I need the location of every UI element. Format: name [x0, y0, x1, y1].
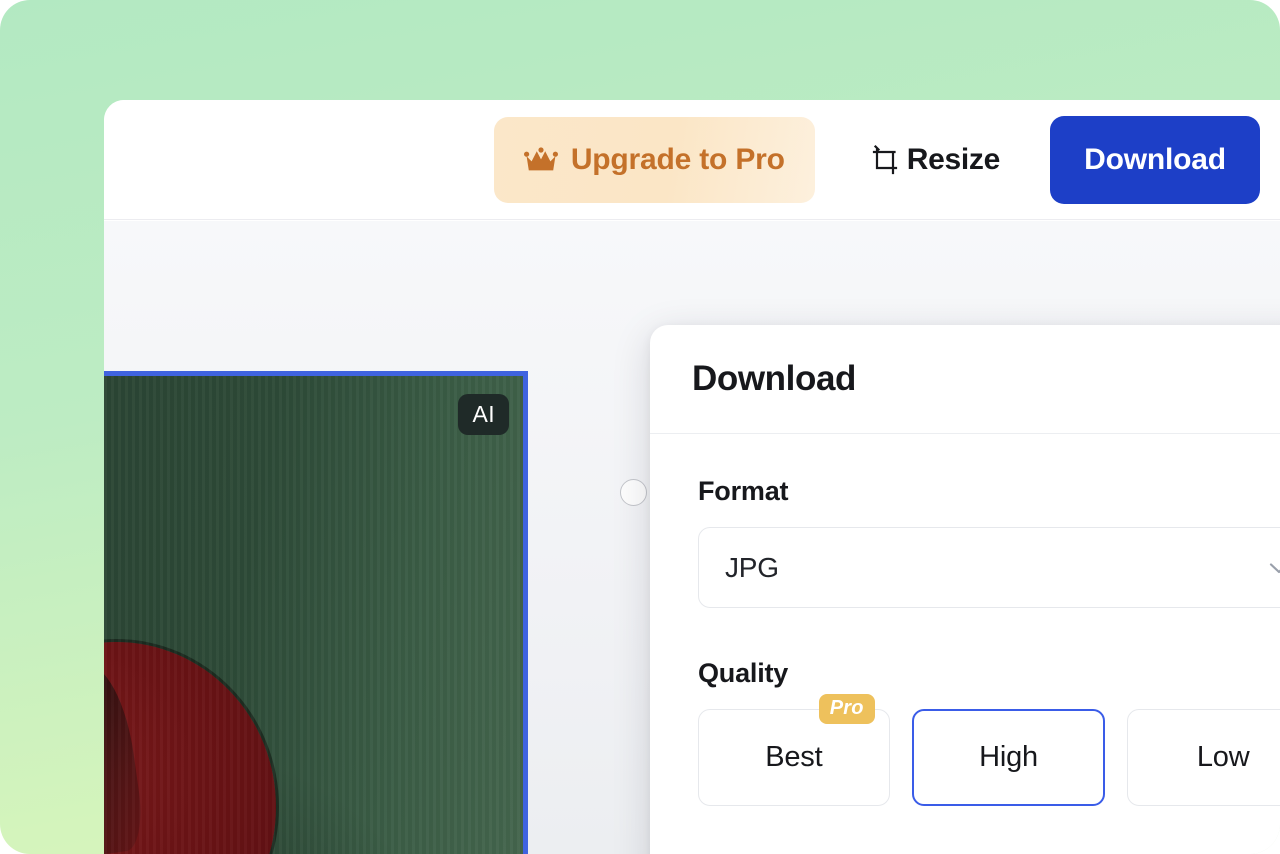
resize-handle-top-right[interactable]	[620, 479, 647, 506]
format-selected-value: JPG	[725, 551, 779, 583]
resize-button[interactable]: Resize	[863, 137, 1006, 183]
ai-badge: AI	[458, 394, 509, 435]
crown-icon	[523, 146, 558, 173]
selected-image[interactable]: AI	[104, 371, 528, 854]
quality-option-low-label: Low	[1196, 741, 1250, 773]
quality-section: Quality Pro Best High Low	[698, 658, 1280, 806]
format-select[interactable]: JPG	[698, 527, 1280, 608]
pro-badge: Pro	[818, 694, 875, 724]
upgrade-to-pro-button[interactable]: Upgrade to Pro	[493, 116, 815, 203]
app-card: Upgrade to Pro Resize Download AI Downlo…	[104, 100, 1280, 854]
quality-label: Quality	[698, 658, 789, 688]
format-section: Format JPG	[698, 476, 1280, 608]
page-background: Upgrade to Pro Resize Download AI Downlo…	[0, 0, 1280, 854]
upgrade-to-pro-label: Upgrade to Pro	[570, 142, 785, 176]
quality-option-high-label: High	[979, 741, 1038, 773]
format-label: Format	[698, 476, 789, 506]
crop-icon	[869, 144, 901, 176]
toolbar-download-button[interactable]: Download	[1050, 115, 1260, 204]
resize-label: Resize	[906, 142, 1001, 176]
modal-header: Download	[650, 325, 1280, 434]
download-modal: Download Format JPG Quality Pro Best Hig…	[650, 325, 1280, 854]
top-toolbar: Upgrade to Pro Resize Download	[104, 100, 1280, 220]
quality-option-low[interactable]: Low	[1127, 709, 1280, 806]
quality-option-best[interactable]: Pro Best	[698, 694, 890, 806]
modal-title: Download	[692, 359, 857, 398]
quality-options: Pro Best High Low	[698, 694, 1280, 806]
quality-option-high[interactable]: High	[911, 709, 1106, 806]
quality-option-best-label: Best	[765, 741, 823, 773]
modal-body: Format JPG Quality Pro Best High Low	[650, 434, 1280, 854]
